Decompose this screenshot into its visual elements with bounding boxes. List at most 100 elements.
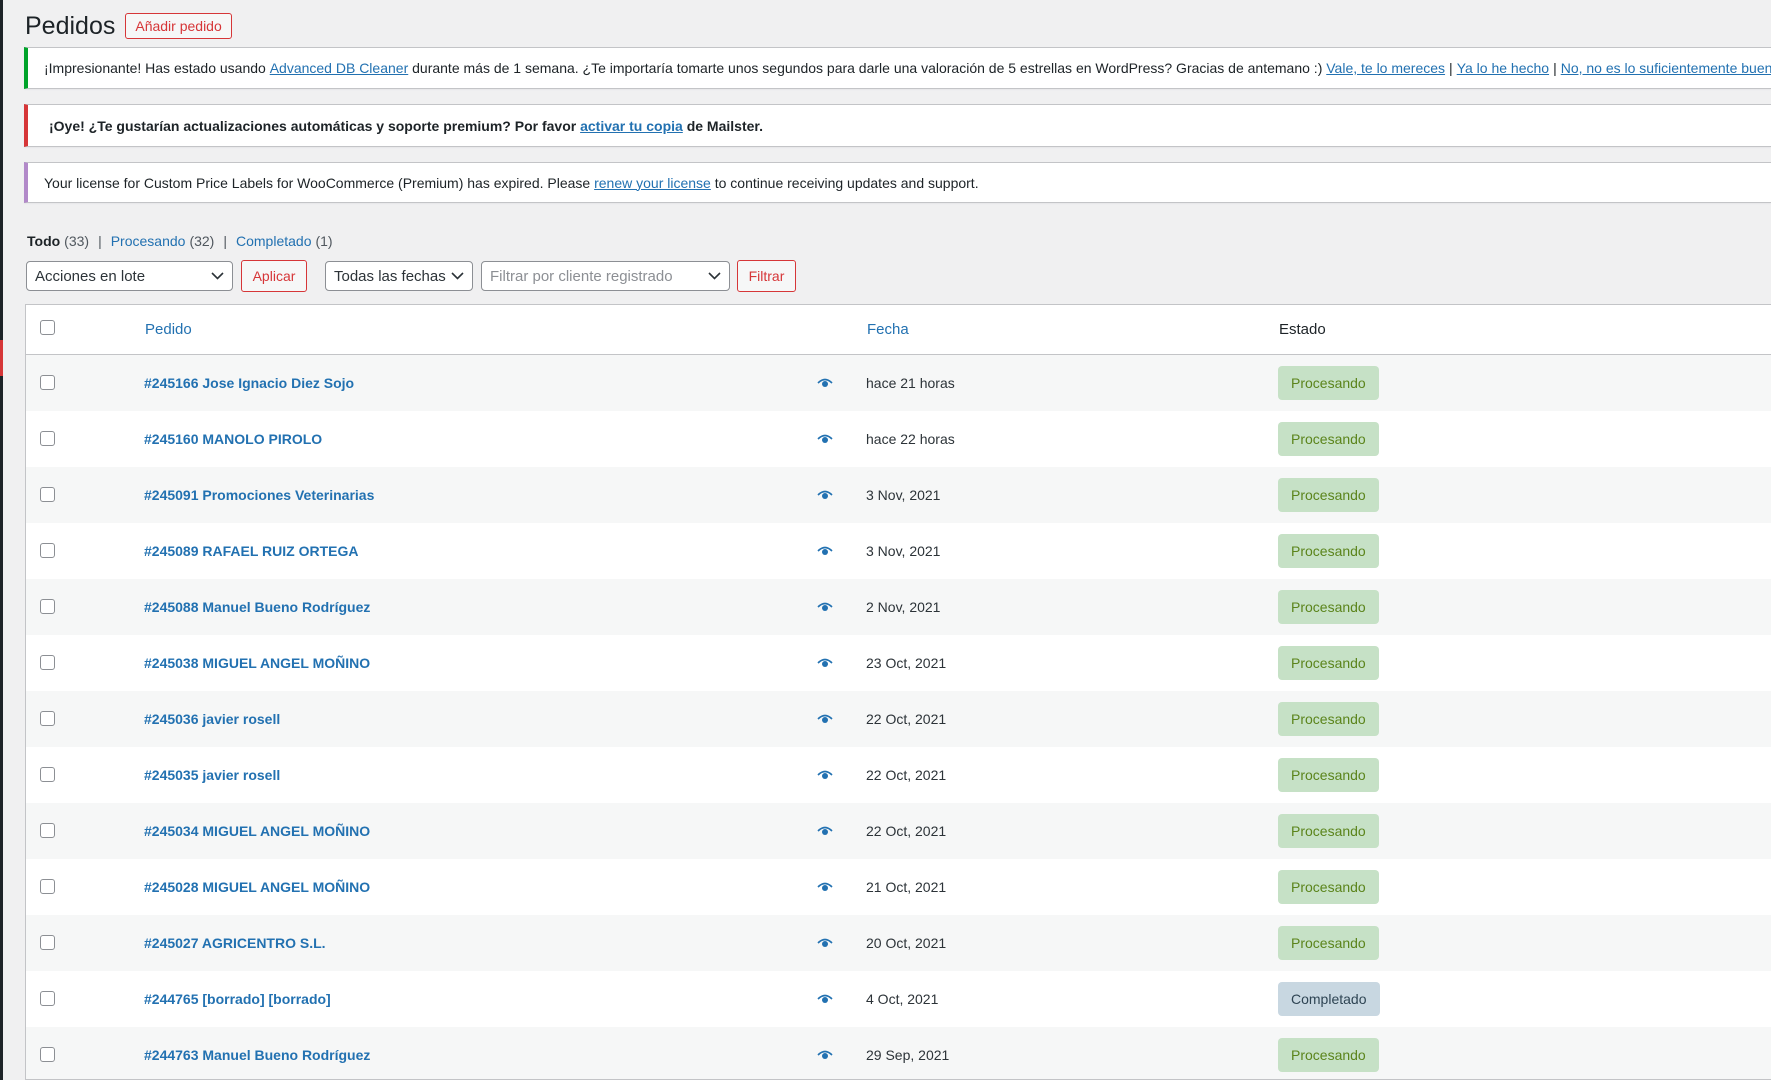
order-link[interactable]: #245035 javier rosell — [144, 767, 280, 783]
order-link[interactable]: #245036 javier rosell — [144, 711, 280, 727]
row-checkbox[interactable] — [40, 767, 55, 782]
order-link[interactable]: #245038 MIGUEL ANGEL MOÑINO — [144, 655, 370, 671]
row-checkbox[interactable] — [40, 823, 55, 838]
filter-processing[interactable]: Procesando — [111, 233, 186, 249]
row-checkbox[interactable] — [40, 1047, 55, 1062]
order-link[interactable]: #245166 Jose Ignacio Diez Sojo — [144, 375, 354, 391]
table-row[interactable]: #245036 javier rosell 22 Oct, 2021 Procesa… — [26, 691, 1771, 747]
status-badge: Procesando — [1278, 870, 1379, 904]
preview-eye-icon[interactable] — [817, 658, 833, 668]
status-badge: Procesando — [1278, 478, 1379, 512]
status-badge: Procesando — [1278, 758, 1379, 792]
status-filter-links: Todo (33) | Procesando (32) | Completado… — [27, 233, 333, 249]
preview-eye-icon[interactable] — [817, 434, 833, 444]
table-row[interactable]: #245089 RAFAEL RUIZ ORTEGA 3 Nov, 2021 Pro… — [26, 523, 1771, 579]
order-date: 29 Sep, 2021 — [866, 1047, 950, 1063]
table-row[interactable]: #245027 AGRICENTRO S.L. 20 Oct, 2021 Proce… — [26, 915, 1771, 971]
table-row[interactable]: #245091 Promociones Veterinarias 3 Nov, 2… — [26, 467, 1771, 523]
order-link[interactable]: #245027 AGRICENTRO S.L. — [144, 935, 326, 951]
row-checkbox-cell — [40, 655, 55, 675]
preview-eye-icon[interactable] — [817, 882, 833, 892]
table-row[interactable]: #245088 Manuel Bueno Rodríguez 2 Nov, 202… — [26, 579, 1771, 635]
activate-copy-link[interactable]: activar tu copia — [580, 118, 683, 134]
adb-cleaner-notice: ¡Impresionante! Has estado usando Advanc… — [24, 47, 1771, 89]
order-link[interactable]: #244763 Manuel Bueno Rodríguez — [144, 1047, 370, 1063]
row-checkbox-cell — [40, 711, 55, 731]
row-checkbox[interactable] — [40, 879, 55, 894]
status-badge: Procesando — [1278, 702, 1379, 736]
order-link[interactable]: #245089 RAFAEL RUIZ ORTEGA — [144, 543, 358, 559]
status-badge: Procesando — [1278, 646, 1379, 680]
order-link[interactable]: #244765 [borrado] [borrado] — [144, 991, 331, 1007]
row-checkbox-cell — [40, 991, 55, 1011]
table-row[interactable]: #244765 [borrado] [borrado] 4 Oct, 2021 Co… — [26, 971, 1771, 1027]
table-row[interactable]: #244763 Manuel Bueno Rodríguez 29 Sep, 20… — [26, 1027, 1771, 1079]
customer-filter-select[interactable]: Filtrar por cliente registrado — [481, 261, 730, 291]
order-link[interactable]: #245034 MIGUEL ANGEL MOÑINO — [144, 823, 370, 839]
date-filter-value: Todas las fechas — [334, 267, 446, 285]
preview-eye-icon[interactable] — [817, 602, 833, 612]
row-checkbox[interactable] — [40, 655, 55, 670]
already-done-link[interactable]: Ya lo he hecho — [1457, 60, 1549, 76]
status-badge: Procesando — [1278, 534, 1379, 568]
table-row[interactable]: #245166 Jose Ignacio Diez Sojo hace 21 ho… — [26, 355, 1771, 411]
filter-all[interactable]: Todo — [27, 233, 60, 249]
status-badge: Procesando — [1278, 590, 1379, 624]
status-badge: Procesando — [1278, 926, 1379, 960]
preview-eye-icon[interactable] — [817, 826, 833, 836]
row-checkbox[interactable] — [40, 543, 55, 558]
preview-eye-icon[interactable] — [817, 378, 833, 388]
mailster-notice: ¡Oye! ¿Te gustarían actualizaciones auto… — [24, 104, 1771, 147]
order-date: hace 21 horas — [866, 375, 955, 391]
orders-page: Pedidos Añadir pedido ¡Impresionante! Ha… — [0, 0, 1771, 1080]
order-date: 22 Oct, 2021 — [866, 767, 947, 783]
table-row[interactable]: #245038 MIGUEL ANGEL MOÑINO 23 Oct, 2021 P… — [26, 635, 1771, 691]
filter-completed-count: (1) — [315, 233, 333, 249]
bulk-actions-value: Acciones en lote — [35, 267, 146, 285]
order-link[interactable]: #245088 Manuel Bueno Rodríguez — [144, 599, 370, 615]
row-checkbox-cell — [40, 431, 55, 451]
table-row[interactable]: #245028 MIGUEL ANGEL MOÑINO 21 Oct, 2021 P… — [26, 859, 1771, 915]
row-checkbox[interactable] — [40, 487, 55, 502]
table-row[interactable]: #245034 MIGUEL ANGEL MOÑINO 22 Oct, 2021 P… — [26, 803, 1771, 859]
row-checkbox[interactable] — [40, 375, 55, 390]
preview-eye-icon[interactable] — [817, 1050, 833, 1060]
order-link[interactable]: #245028 MIGUEL ANGEL MOÑINO — [144, 879, 370, 895]
filter-button[interactable]: Filtrar — [737, 260, 796, 292]
select-all-checkbox[interactable] — [40, 320, 55, 335]
row-checkbox[interactable] — [40, 599, 55, 614]
column-order-header[interactable]: Pedido — [145, 321, 192, 338]
row-checkbox-cell — [40, 823, 55, 843]
orders-table: Pedido Fecha Estado #245166 Jose Ignacio… — [25, 304, 1771, 1080]
advanced-db-cleaner-link[interactable]: Advanced DB Cleaner — [270, 60, 409, 76]
status-badge: Procesando — [1278, 422, 1379, 456]
table-row[interactable]: #245160 MANOLO PIROLO hace 22 horas Proces… — [26, 411, 1771, 467]
date-filter-select[interactable]: Todas las fechas — [325, 261, 473, 291]
add-order-button[interactable]: Añadir pedido — [125, 13, 232, 39]
page-title: Pedidos — [25, 11, 116, 40]
table-row[interactable]: #245035 javier rosell 22 Oct, 2021 Procesa… — [26, 747, 1771, 803]
preview-eye-icon[interactable] — [817, 994, 833, 1004]
row-checkbox[interactable] — [40, 711, 55, 726]
page-header: Pedidos Añadir pedido — [25, 8, 232, 44]
preview-eye-icon[interactable] — [817, 938, 833, 948]
filter-completed[interactable]: Completado — [236, 233, 312, 249]
row-checkbox[interactable] — [40, 991, 55, 1006]
column-date-header[interactable]: Fecha — [867, 321, 909, 338]
row-checkbox[interactable] — [40, 431, 55, 446]
rate-yes-link[interactable]: Vale, te lo mereces — [1326, 60, 1445, 76]
row-checkbox[interactable] — [40, 935, 55, 950]
preview-eye-icon[interactable] — [817, 490, 833, 500]
preview-eye-icon[interactable] — [817, 546, 833, 556]
status-badge: Completado — [1278, 982, 1380, 1016]
preview-eye-icon[interactable] — [817, 770, 833, 780]
order-link[interactable]: #245160 MANOLO PIROLO — [144, 431, 322, 447]
bulk-actions-select[interactable]: Acciones en lote — [26, 261, 233, 291]
order-link[interactable]: #245091 Promociones Veterinarias — [144, 487, 374, 503]
apply-button[interactable]: Aplicar — [241, 260, 307, 292]
renew-license-link[interactable]: renew your license — [594, 175, 711, 191]
separator: | — [1553, 60, 1557, 76]
preview-eye-icon[interactable] — [817, 714, 833, 724]
order-date: 4 Oct, 2021 — [866, 991, 939, 1007]
not-good-enough-link[interactable]: No, no es lo suficientemente bueno — [1561, 60, 1771, 76]
